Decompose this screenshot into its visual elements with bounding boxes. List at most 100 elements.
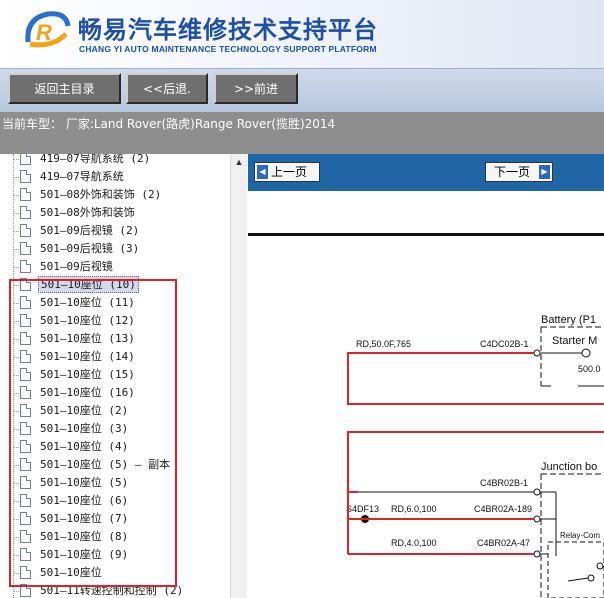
tree-item[interactable]: 501—10座位 (8) <box>0 528 230 546</box>
conn2-label: C4BR02B-1 <box>480 478 528 488</box>
tree-item-label: 501—10座位 (16) <box>40 386 135 399</box>
tree-item[interactable]: 501—09后视镜 (3) <box>0 240 230 258</box>
scroll-up-arrow-icon[interactable]: ▲ <box>231 154 247 170</box>
document-icon <box>20 350 31 363</box>
tree-item-label: 501—10座位 (14) <box>40 350 135 363</box>
tree-item[interactable]: 501—09后视镜 <box>0 258 230 276</box>
tree-item-label: 419—07导航系统 (2) <box>40 154 151 165</box>
document-icon <box>20 224 31 237</box>
tree-item[interactable]: 501—10座位 (14) <box>0 348 230 366</box>
app-header: R 畅易汽车维修技术支持平台 CHANG YI AUTO MAINTENANCE… <box>0 0 604 68</box>
document-icon <box>20 512 31 525</box>
tree-item-label: 501—10座位 (6) <box>40 494 129 507</box>
document-icon <box>20 154 31 165</box>
tree-item[interactable]: 501—10座位 (6) <box>0 492 230 510</box>
page-toolbar: ◀ 上一页 下一页 ▶ <box>248 154 604 191</box>
current-vehicle: 当前车型： 厂家:Land Rover(路虎)Range Rover(揽胜)20… <box>2 117 336 131</box>
document-tree: 419—07导航系统 (2) 419—07导航系统 501—08外饰和装饰 (2) 5… <box>0 154 232 598</box>
value-500: 500.0 <box>578 364 601 374</box>
tree-item[interactable]: 501—10座位 (9) <box>0 546 230 564</box>
tree-scrollbar[interactable]: ▲ <box>230 154 247 598</box>
tree-item[interactable]: 419—07导航系统 <box>0 168 230 186</box>
tree-item-label: 501—11转速控制和控制 (2) <box>40 584 184 597</box>
tree-item[interactable]: 501—10座位 (4) <box>0 438 230 456</box>
document-icon <box>20 404 31 417</box>
brand-subtitle: CHANG YI AUTO MAINTENANCE TECHNOLOGY SUP… <box>79 44 377 54</box>
tree-item[interactable]: 419—07导航系统 (2) <box>0 154 230 168</box>
tree-item[interactable]: 501—10座位 (3) <box>0 420 230 438</box>
arrow-right-icon: ▶ <box>539 165 550 179</box>
document-icon <box>20 170 31 183</box>
document-icon <box>20 476 31 489</box>
tree-item[interactable]: 501—10座位 (12) <box>0 312 230 330</box>
document-icon <box>20 566 31 579</box>
tree-item-label: 501—10座位 (12) <box>40 314 135 327</box>
brand-title: 畅易汽车维修技术支持平台 <box>78 16 378 44</box>
tree-item[interactable]: 501—10座位 (5) <box>0 474 230 492</box>
tree-item[interactable]: 501—10座位 (13) <box>0 330 230 348</box>
document-icon <box>20 242 31 255</box>
tree-item[interactable]: 501—10座位 (5) — 副本 <box>0 456 230 474</box>
tree-item[interactable]: 501—08外饰和装饰 (2) <box>0 186 230 204</box>
tree-item-label: 501—10座位 (5) <box>40 476 129 489</box>
tree-item[interactable]: 501—11转速控制和控制 (2) <box>0 582 230 598</box>
document-icon <box>20 494 31 507</box>
tree-item[interactable]: 501—10座位 (7) <box>0 510 230 528</box>
document-icon <box>20 458 31 471</box>
tree-item-label: 501—08外饰和装饰 (2) <box>40 188 162 201</box>
document-icon <box>20 530 31 543</box>
document-icon <box>20 188 31 201</box>
tree-item-label: 419—07导航系统 <box>40 170 124 183</box>
document-viewer: ◀ 上一页 下一页 ▶ Battery (P1 Starter M 500.0 … <box>248 154 604 598</box>
arrow-left-icon: ◀ <box>257 165 268 179</box>
tree-item[interactable]: 501—10座位 (2) <box>0 402 230 420</box>
svg-text:R: R <box>36 20 52 45</box>
conn1-label: C4DC02B-1 <box>480 339 529 349</box>
document-icon <box>20 332 31 345</box>
wire1-label: RD,50.0F,765 <box>356 339 411 349</box>
tree-item-label: 501—10座位 (8) <box>40 530 129 543</box>
home-button[interactable]: 返回主目录 <box>8 73 121 104</box>
tree-item[interactable]: 501—09后视镜 (2) <box>0 222 230 240</box>
tree-item-label: 501—10座位 <box>40 566 102 579</box>
document-icon <box>20 260 31 273</box>
tree-item[interactable]: 501—10座位 (10) <box>0 276 230 294</box>
tree-item-label: 501—10座位 (2) <box>40 404 129 417</box>
wiring-schematic: Battery (P1 Starter M 500.0 RD,50.0F,765… <box>346 314 604 598</box>
tree-item-label: 501—10座位 (10) <box>38 276 139 293</box>
tree-item[interactable]: 501—10座位 (15) <box>0 366 230 384</box>
prev-page-label: 上一页 <box>271 165 308 179</box>
tree-item[interactable]: 501—10座位 (11) <box>0 294 230 312</box>
tree-item[interactable]: 501—10座位 (16) <box>0 384 230 402</box>
document-icon <box>20 314 31 327</box>
brand-logo-icon: R <box>25 11 71 48</box>
document-icon <box>20 422 31 435</box>
tree-item-label: 501—08外饰和装饰 <box>40 206 135 219</box>
document-icon <box>20 206 31 219</box>
tree-item-label: 501—10座位 (5) — 副本 <box>40 458 171 471</box>
tree-item[interactable]: 501—10座位 <box>0 564 230 582</box>
document-icon <box>20 278 31 291</box>
tree-item-label: 501—10座位 (13) <box>40 332 135 345</box>
forward-button[interactable]: >>前进 <box>214 73 298 104</box>
splice-label: S4DF13 <box>346 504 379 514</box>
tree-item-label: 501—10座位 (9) <box>40 548 129 561</box>
tree-item-label: 501—10座位 (4) <box>40 440 129 453</box>
vehicle-info-bar: 当前车型： 厂家:Land Rover(路虎)Range Rover(揽胜)20… <box>0 112 604 154</box>
wire2-label: RD,6.0,100 <box>391 504 437 514</box>
junction-label: Junction bo <box>541 461 597 473</box>
document-icon <box>20 296 31 309</box>
tree-item-label: 501—09后视镜 <box>40 260 113 273</box>
document-icon <box>20 386 31 399</box>
tree-item-label: 501—10座位 (11) <box>40 296 135 309</box>
tree-item[interactable]: 501—08外饰和装饰 <box>0 204 230 222</box>
conn3-label: C4BR02A-189 <box>474 504 532 514</box>
wire3-label: RD,4.0,100 <box>391 538 437 548</box>
next-page-label: 下一页 <box>494 165 531 179</box>
document-icon <box>20 584 31 597</box>
back-button[interactable]: <<后退. <box>126 73 208 104</box>
prev-page-button[interactable]: ◀ 上一页 <box>254 162 320 182</box>
document-icon <box>20 368 31 381</box>
next-page-button[interactable]: 下一页 ▶ <box>485 162 553 182</box>
document-icon <box>20 548 31 561</box>
